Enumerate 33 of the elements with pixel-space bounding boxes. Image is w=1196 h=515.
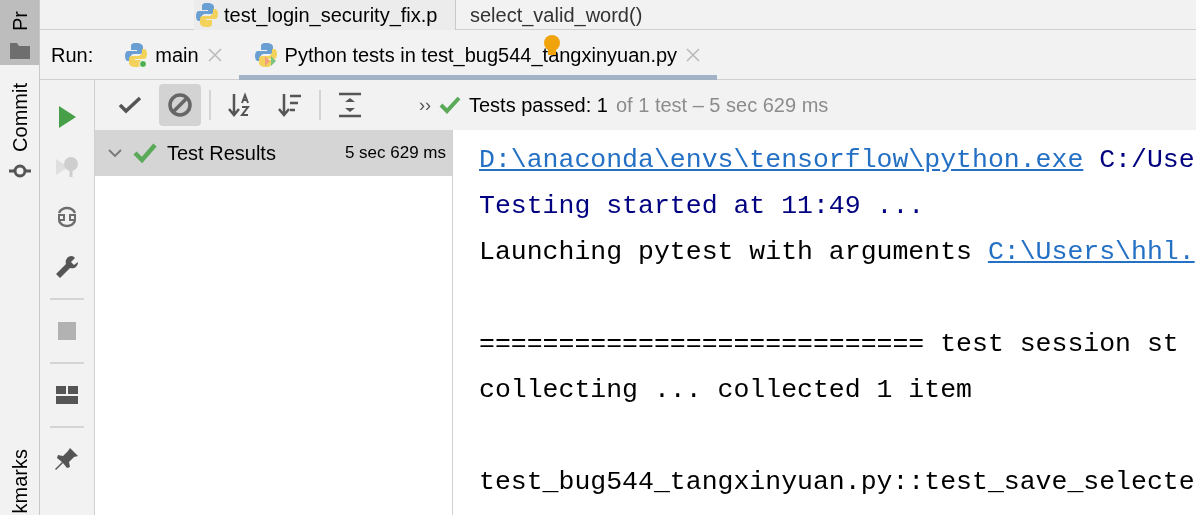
check-icon xyxy=(439,95,461,115)
breadcrumb[interactable]: select_valid_word() xyxy=(456,0,643,30)
sort-duration-icon xyxy=(276,91,304,119)
console-text: Launching pytest with arguments xyxy=(479,236,973,269)
run-tab[interactable]: main xyxy=(109,29,239,80)
run-label: Run: xyxy=(51,42,94,68)
console-text: C:/Use xyxy=(1098,144,1195,177)
pin-icon[interactable] xyxy=(53,445,81,473)
tool-window-tab[interactable]: Pr xyxy=(0,0,39,65)
run-tab[interactable]: Python tests in test_bug544_tangxinyuan.py xyxy=(238,29,718,80)
status-detail: of 1 test – 5 sec 629 ms xyxy=(615,93,829,118)
console-text: test_bug544_tangxinyuan.py::test_save_selecte xyxy=(479,466,1195,499)
duration-label: 5 sec 629 ms xyxy=(344,142,446,165)
check-icon xyxy=(133,142,157,164)
console-text: Testing started at 11:49 ... xyxy=(479,190,925,223)
console-text: collecting ... collected 1 item xyxy=(479,374,972,407)
console-text: ============================ test session st xyxy=(479,328,1179,361)
console-link[interactable]: D:\anaconda\envs\tensorflow\python.exe xyxy=(479,137,1084,183)
prohibited-icon xyxy=(166,91,194,119)
expand-all-icon xyxy=(336,91,364,119)
python-icon xyxy=(254,41,277,68)
tree-label: Test Results xyxy=(167,141,276,166)
chevron-icon[interactable] xyxy=(107,147,123,159)
tree-row[interactable]: Test Results 5 sec 629 ms xyxy=(95,130,452,176)
python-icon xyxy=(196,1,218,28)
tool-window-tab[interactable]: kmarks xyxy=(0,444,39,515)
status-summary: Tests passed: 1 xyxy=(469,93,608,118)
prohibited-button[interactable] xyxy=(159,84,201,126)
python-icon xyxy=(125,41,148,68)
more-button[interactable]: ›› xyxy=(419,91,431,119)
console-link[interactable]: C:\Users\hhl. xyxy=(987,229,1195,275)
editor-tab[interactable]: test_login_security_fix.p xyxy=(194,0,456,30)
tool-window-tab[interactable]: Commit xyxy=(0,79,39,186)
